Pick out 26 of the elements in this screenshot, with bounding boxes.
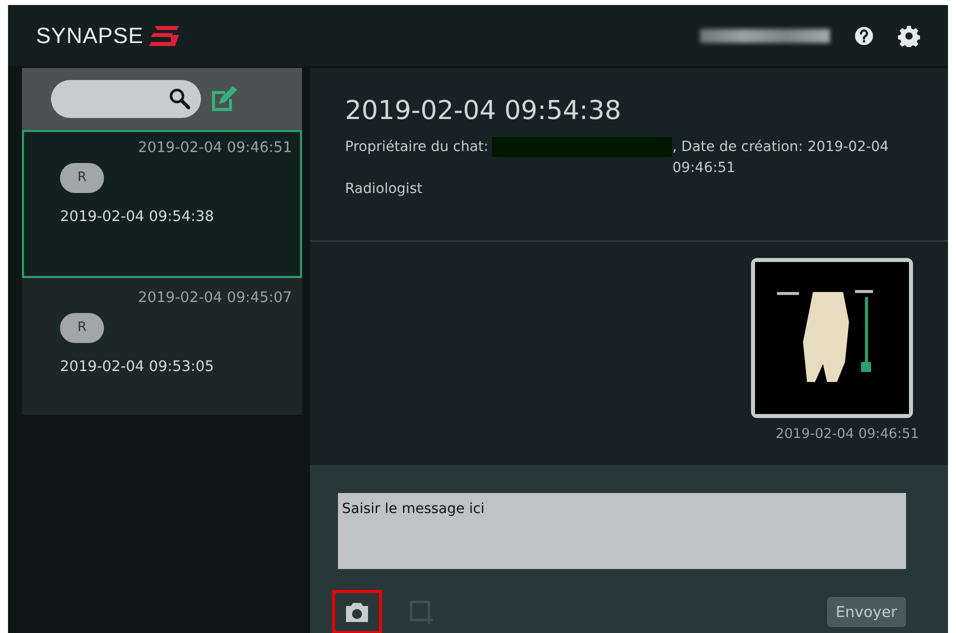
logo-text: SYNAPSE: [36, 22, 144, 50]
message-time: 2019-02-04 09:46:51: [776, 425, 919, 444]
avatar-badge: R: [60, 162, 104, 193]
camera-button[interactable]: [332, 590, 382, 633]
chat-list-item[interactable]: 2019-02-04 09:46:51 R 2019-02-04 09:54:38: [22, 130, 302, 278]
chat-created-time: 2019-02-04 09:46:51: [137, 139, 292, 158]
camera-icon: [345, 601, 369, 623]
search-field[interactable]: [51, 80, 201, 118]
search-icon: [169, 88, 191, 110]
edit-icon[interactable]: [209, 84, 239, 114]
owner-label: Propriétaire du chat:: [345, 138, 488, 157]
role-text: Radiologist: [345, 180, 424, 199]
settings-icon[interactable]: [898, 24, 920, 46]
logo-mark-icon: [147, 24, 182, 48]
avatar-badge: R: [60, 312, 104, 343]
help-icon[interactable]: [854, 26, 874, 46]
creation-date-text: , Date de création: 2019-02-04 09:46:51: [672, 138, 890, 178]
chat-created-time: 2019-02-04 09:45:07: [137, 289, 292, 308]
crop-frame-icon: [408, 599, 434, 625]
message-input[interactable]: Saisir le message ici: [338, 493, 906, 569]
send-button[interactable]: Envoyer: [826, 596, 906, 628]
chat-title: 2019-02-04 09:54:38: [60, 208, 215, 227]
chat-list-item[interactable]: 2019-02-04 09:45:07 R 2019-02-04 09:53:05: [22, 278, 302, 398]
chat-title: 2019-02-04 09:53:05: [60, 358, 215, 377]
image-thumbnail[interactable]: [751, 258, 913, 418]
chat-title-heading: 2019-02-04 09:54:38: [345, 95, 622, 128]
